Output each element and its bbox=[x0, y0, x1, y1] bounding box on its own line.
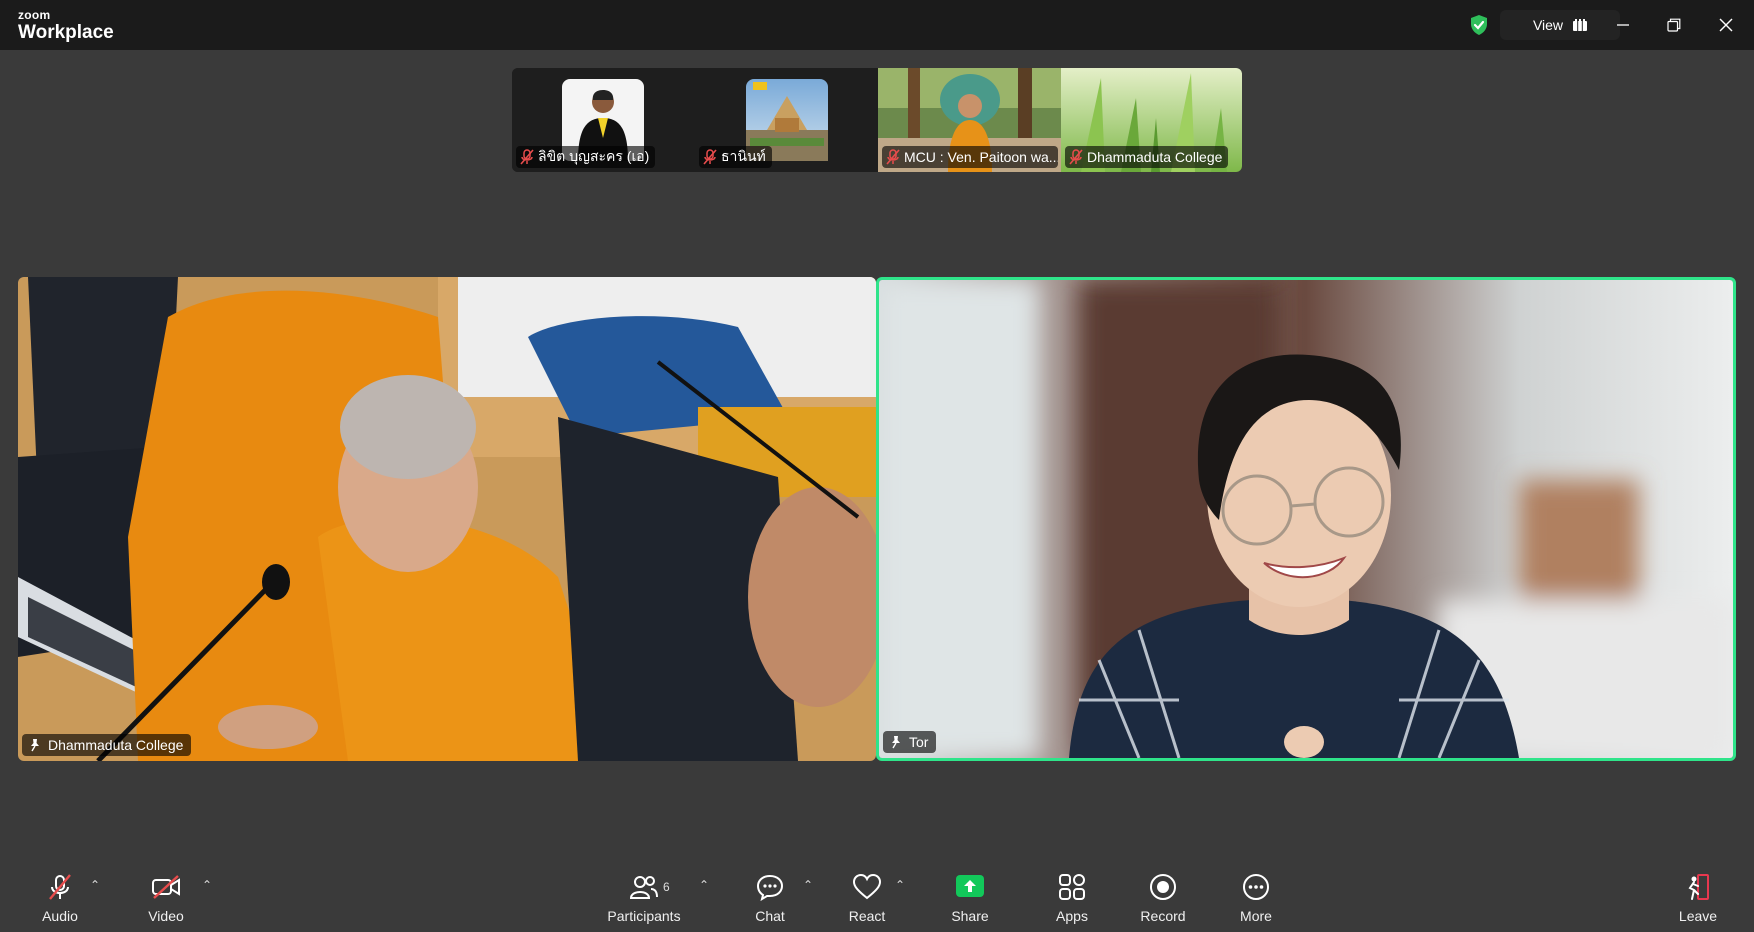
participants-icon bbox=[630, 876, 658, 899]
more-label: More bbox=[1240, 908, 1272, 924]
participant-name-tag: ลิขิต บุญสะคร (เอ) bbox=[516, 146, 656, 168]
mic-muted-icon bbox=[1069, 149, 1083, 165]
chat-options-chevron-icon[interactable]: ⌃ bbox=[803, 878, 813, 892]
zoom-logo: zoom Workplace bbox=[18, 9, 114, 42]
audio-label: Audio bbox=[42, 908, 78, 924]
minimize-button[interactable] bbox=[1610, 12, 1636, 38]
video-options-chevron-icon[interactable]: ⌃ bbox=[202, 878, 212, 892]
participants-options-chevron-icon[interactable]: ⌃ bbox=[699, 878, 709, 892]
participant-video bbox=[18, 277, 876, 761]
record-button[interactable]: Record bbox=[1118, 872, 1208, 924]
video-name-tag: Tor bbox=[883, 731, 937, 753]
shield-check-icon[interactable] bbox=[1467, 13, 1491, 37]
meeting-toolbar: Audio ⌃ Video ⌃ Participants 6 ⌃ Chat ⌃ … bbox=[0, 858, 1754, 932]
chat-label: Chat bbox=[755, 908, 785, 924]
mic-muted-icon bbox=[49, 874, 71, 900]
participant-name: Dhammaduta College bbox=[1087, 149, 1223, 165]
view-label: View bbox=[1532, 17, 1564, 33]
leave-button[interactable]: Leave bbox=[1653, 872, 1743, 924]
more-button[interactable]: More bbox=[1211, 872, 1301, 924]
grid-icon bbox=[1573, 19, 1588, 31]
audio-options-chevron-icon[interactable]: ⌃ bbox=[90, 878, 100, 892]
video-name: Tor bbox=[909, 734, 929, 750]
participant-name: ลิขิต บุญสะคร (เอ) bbox=[538, 148, 650, 164]
video-tile-dhammaduta-college[interactable]: Dhammaduta College bbox=[18, 277, 876, 761]
pin-icon bbox=[892, 736, 900, 749]
chat-button[interactable]: Chat bbox=[725, 872, 815, 924]
close-icon bbox=[1719, 18, 1733, 32]
participant-count: 6 bbox=[663, 880, 670, 894]
react-options-chevron-icon[interactable]: ⌃ bbox=[895, 878, 905, 892]
participant-name-tag: Dhammaduta College bbox=[1065, 146, 1229, 168]
record-icon bbox=[1150, 874, 1176, 900]
participant-name: MCU : Ven. Paitoon wa... bbox=[904, 149, 1058, 165]
minimize-icon bbox=[1617, 24, 1629, 26]
mic-muted-icon bbox=[886, 149, 900, 165]
share-button[interactable]: Share bbox=[925, 872, 1015, 924]
restore-icon bbox=[1667, 18, 1681, 32]
react-label: React bbox=[848, 908, 886, 924]
more-icon bbox=[1243, 874, 1269, 900]
close-button[interactable] bbox=[1713, 12, 1739, 38]
heart-icon bbox=[853, 874, 881, 900]
brand-large: Workplace bbox=[18, 22, 114, 43]
participant-name-tag: MCU : Ven. Paitoon wa... bbox=[882, 146, 1058, 168]
thumbnail-participant-2[interactable]: ธานินท์ bbox=[695, 68, 878, 172]
apps-label: Apps bbox=[1056, 908, 1088, 924]
participant-video bbox=[879, 280, 1733, 758]
video-name-tag: Dhammaduta College bbox=[22, 734, 192, 756]
video-button[interactable]: Video bbox=[121, 872, 211, 924]
thumbnail-participant-4[interactable]: Dhammaduta College bbox=[1061, 68, 1242, 172]
participant-thumbnail-strip: ลิขิต บุญสะคร (เอ) ธานินท์ MCU: Ven. Pa… bbox=[512, 68, 1242, 172]
leave-label: Leave bbox=[1678, 908, 1718, 924]
mic-muted-icon bbox=[520, 149, 534, 165]
thumbnail-participant-3[interactable]: MCU : Ven. Paitoon wa... bbox=[878, 68, 1061, 172]
video-off-icon bbox=[152, 875, 180, 899]
apps-button[interactable]: Apps bbox=[1027, 872, 1117, 924]
participants-label: Participants bbox=[607, 908, 681, 924]
apps-icon bbox=[1059, 874, 1085, 900]
leave-icon bbox=[1688, 874, 1709, 900]
participants-button[interactable]: Participants bbox=[599, 872, 689, 924]
participant-name: ธานินท์ bbox=[721, 148, 766, 164]
pin-icon bbox=[31, 739, 39, 752]
view-button[interactable]: View bbox=[1500, 10, 1620, 40]
video-label: Video bbox=[148, 908, 184, 924]
mic-muted-icon bbox=[703, 149, 717, 165]
share-screen-icon bbox=[956, 875, 984, 897]
participant-name-tag: ธานินท์ bbox=[699, 146, 772, 168]
brand-small: zoom bbox=[18, 8, 51, 22]
video-name: Dhammaduta College bbox=[48, 737, 184, 753]
record-label: Record bbox=[1140, 908, 1186, 924]
share-label: Share bbox=[951, 908, 989, 924]
video-tile-tor[interactable]: Tor bbox=[876, 277, 1736, 761]
title-bar: zoom Workplace View bbox=[0, 0, 1754, 50]
chat-icon bbox=[756, 874, 784, 901]
restore-button[interactable] bbox=[1661, 12, 1687, 38]
thumbnail-participant-1[interactable]: ลิขิต บุญสะคร (เอ) bbox=[512, 68, 695, 172]
